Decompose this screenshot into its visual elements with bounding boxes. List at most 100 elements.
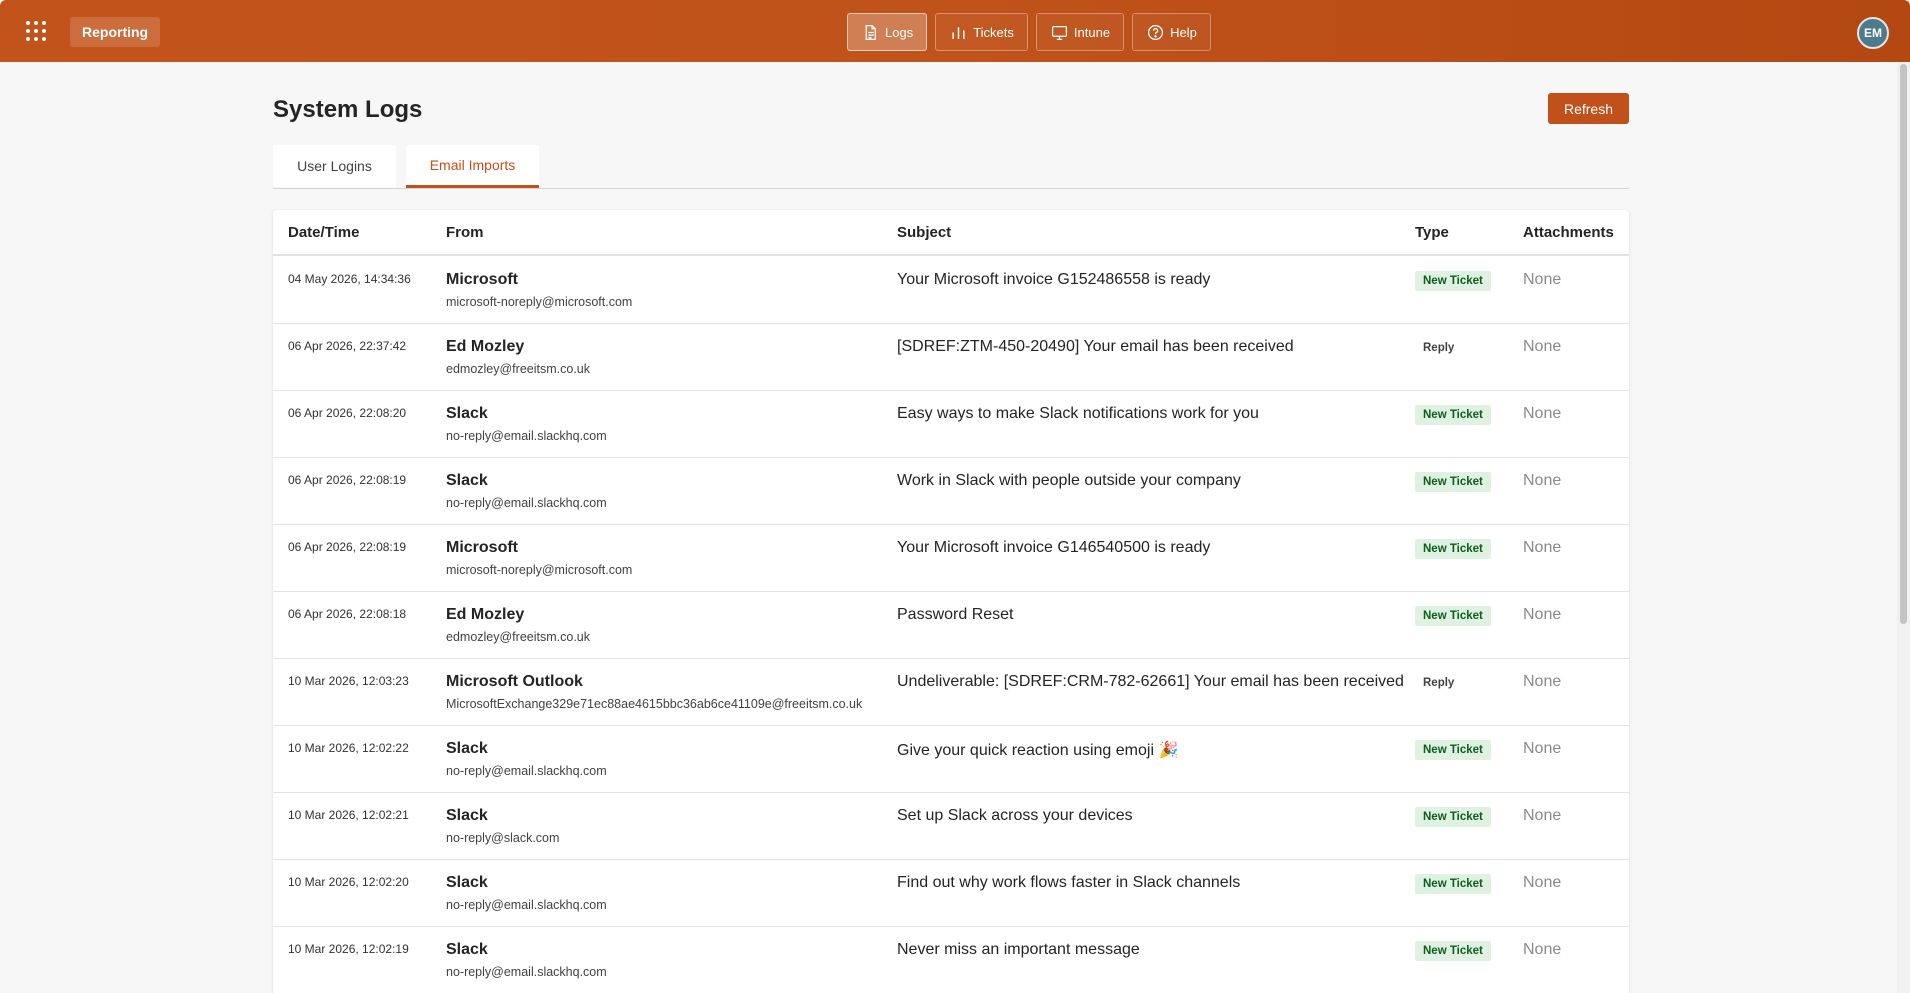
row-subject: Your Microsoft invoice G152486558 is rea…	[897, 271, 1211, 288]
document-icon	[865, 24, 876, 40]
app-title[interactable]: Reporting	[70, 17, 161, 47]
row-attachments: None	[1523, 807, 1562, 824]
scrollbar-thumb[interactable]	[1900, 64, 1907, 624]
page-scrollbar[interactable]	[1897, 62, 1910, 993]
row-subject: Easy ways to make Slack notifications wo…	[897, 405, 1259, 422]
row-sender-name: Slack	[446, 874, 488, 891]
row-attachments: None	[1523, 271, 1562, 288]
row-sender-email: edmozley@freeitsm.co.uk	[446, 362, 590, 376]
row-attachments: None	[1523, 874, 1562, 891]
table-row[interactable]: 06 Apr 2026, 22:08:19 Slack no-reply@ema…	[273, 458, 1629, 525]
row-subject: Never miss an important message	[897, 941, 1140, 958]
table-row[interactable]: 06 Apr 2026, 22:08:19 Microsoft microsof…	[273, 525, 1629, 592]
row-datetime: 10 Mar 2026, 12:02:20	[288, 875, 409, 889]
tab-email-imports[interactable]: Email Imports	[406, 145, 539, 188]
row-datetime: 06 Apr 2026, 22:37:42	[288, 339, 407, 353]
row-subject: [SDREF:ZTM-450-20490] Your email has bee…	[897, 338, 1294, 355]
column-header-from[interactable]: From	[446, 224, 484, 241]
type-badge: New Ticket	[1415, 740, 1491, 760]
help-circle-icon	[1148, 24, 1164, 40]
row-datetime: 06 Apr 2026, 22:08:19	[288, 540, 407, 554]
top-bar: Reporting Logs Tickets Intune Help EM	[0, 0, 1910, 62]
app-launcher-icon[interactable]	[26, 21, 46, 41]
row-sender-email: no-reply@email.slackhq.com	[446, 496, 607, 510]
table-row[interactable]: 10 Mar 2026, 12:02:19 Slack no-reply@ema…	[273, 927, 1629, 993]
column-header-attachments[interactable]: Attachments	[1523, 224, 1614, 241]
row-subject: Find out why work flows faster in Slack …	[897, 874, 1241, 891]
row-attachments: None	[1523, 606, 1562, 623]
row-sender-name: Slack	[446, 941, 488, 958]
nav-help-button[interactable]: Help	[1132, 13, 1211, 51]
row-sender-name: Ed Mozley	[446, 338, 525, 355]
nav-tickets-button[interactable]: Tickets	[935, 13, 1028, 51]
row-sender-name: Microsoft	[446, 539, 518, 556]
row-sender-email: no-reply@email.slackhq.com	[446, 965, 607, 979]
top-nav: Logs Tickets Intune Help	[847, 13, 1211, 51]
table-row[interactable]: 06 Apr 2026, 22:08:20 Slack no-reply@ema…	[273, 391, 1629, 458]
type-badge: New Ticket	[1415, 874, 1491, 894]
row-datetime: 06 Apr 2026, 22:08:19	[288, 473, 407, 487]
row-subject: Set up Slack across your devices	[897, 807, 1133, 824]
row-subject: Give your quick reaction using emoji 🎉	[897, 742, 1179, 759]
row-attachments: None	[1523, 740, 1562, 757]
row-subject: Undeliverable: [SDREF:CRM-782-62661] You…	[897, 673, 1404, 690]
row-attachments: None	[1523, 405, 1562, 422]
column-header-type[interactable]: Type	[1415, 224, 1449, 241]
row-datetime: 10 Mar 2026, 12:02:21	[288, 808, 409, 822]
page-title: System Logs	[273, 96, 423, 123]
column-header-datetime[interactable]: Date/Time	[288, 224, 359, 241]
type-badge: New Ticket	[1415, 405, 1491, 425]
row-datetime: 10 Mar 2026, 12:02:19	[288, 942, 409, 956]
table-row[interactable]: 06 Apr 2026, 22:08:18 Ed Mozley edmozley…	[273, 592, 1629, 659]
row-sender-email: MicrosoftExchange329e71ec88ae4615bbc36ab…	[446, 697, 863, 711]
nav-intune-label: Intune	[1073, 24, 1111, 40]
row-subject: Your Microsoft invoice G146540500 is rea…	[897, 539, 1211, 556]
row-sender-name: Microsoft	[446, 271, 518, 288]
type-badge: Reply	[1423, 677, 1455, 689]
row-attachments: None	[1523, 472, 1562, 489]
row-datetime: 06 Apr 2026, 22:08:20	[288, 406, 407, 420]
row-datetime: 10 Mar 2026, 12:03:23	[288, 674, 409, 688]
type-badge: Reply	[1423, 342, 1455, 354]
row-sender-email: microsoft-noreply@microsoft.com	[446, 295, 633, 309]
row-sender-email: no-reply@email.slackhq.com	[446, 764, 607, 778]
table-row[interactable]: 10 Mar 2026, 12:02:22 Slack no-reply@ema…	[273, 726, 1629, 793]
bar-chart-icon	[952, 26, 965, 39]
row-sender-email: no-reply@email.slackhq.com	[446, 898, 607, 912]
row-sender-name: Slack	[446, 807, 488, 824]
tab-bar: User Logins Email Imports	[273, 145, 1629, 189]
user-avatar[interactable]: EM	[1857, 17, 1889, 49]
app-window: Reporting Logs Tickets Intune Help EM Sy…	[0, 0, 1910, 993]
row-subject: Work in Slack with people outside your c…	[897, 472, 1241, 489]
column-header-subject[interactable]: Subject	[897, 224, 951, 241]
row-sender-email: edmozley@freeitsm.co.uk	[446, 630, 590, 644]
monitor-icon	[1051, 25, 1067, 40]
row-sender-name: Microsoft Outlook	[446, 673, 583, 690]
table-row[interactable]: 06 Apr 2026, 22:37:42 Ed Mozley edmozley…	[273, 324, 1629, 391]
nav-tickets-label: Tickets	[973, 24, 1014, 40]
email-imports-table: Date/Time From Subject Type Attachments …	[273, 210, 1629, 993]
row-sender-name: Slack	[446, 740, 488, 757]
table-row[interactable]: 10 Mar 2026, 12:02:20 Slack no-reply@ema…	[273, 860, 1629, 927]
tab-user-logins[interactable]: User Logins	[273, 145, 396, 187]
row-attachments: None	[1523, 941, 1562, 958]
table-row[interactable]: 10 Mar 2026, 12:02:21 Slack no-reply@sla…	[273, 793, 1629, 860]
row-sender-email: no-reply@email.slackhq.com	[446, 429, 607, 443]
type-badge: New Ticket	[1415, 539, 1491, 559]
row-datetime: 04 May 2026, 14:34:36	[288, 272, 411, 286]
row-datetime: 10 Mar 2026, 12:02:22	[288, 741, 409, 755]
row-sender-name: Slack	[446, 405, 488, 422]
nav-intune-button[interactable]: Intune	[1035, 13, 1125, 51]
nav-logs-button[interactable]: Logs	[847, 13, 928, 51]
table-row[interactable]: 04 May 2026, 14:34:36 Microsoft microsof…	[273, 257, 1629, 324]
refresh-button[interactable]: Refresh	[1548, 93, 1629, 124]
row-subject: Password Reset	[897, 606, 1014, 623]
table-row[interactable]: 10 Mar 2026, 12:03:23 Microsoft Outlook …	[273, 659, 1629, 726]
row-attachments: None	[1523, 673, 1562, 690]
row-datetime: 06 Apr 2026, 22:08:18	[288, 607, 407, 621]
table-header: Date/Time From Subject Type Attachments	[273, 210, 1629, 256]
nav-help-label: Help	[1170, 24, 1197, 40]
row-sender-email: no-reply@slack.com	[446, 831, 560, 845]
type-badge: New Ticket	[1415, 606, 1491, 626]
type-badge: New Ticket	[1415, 271, 1491, 291]
